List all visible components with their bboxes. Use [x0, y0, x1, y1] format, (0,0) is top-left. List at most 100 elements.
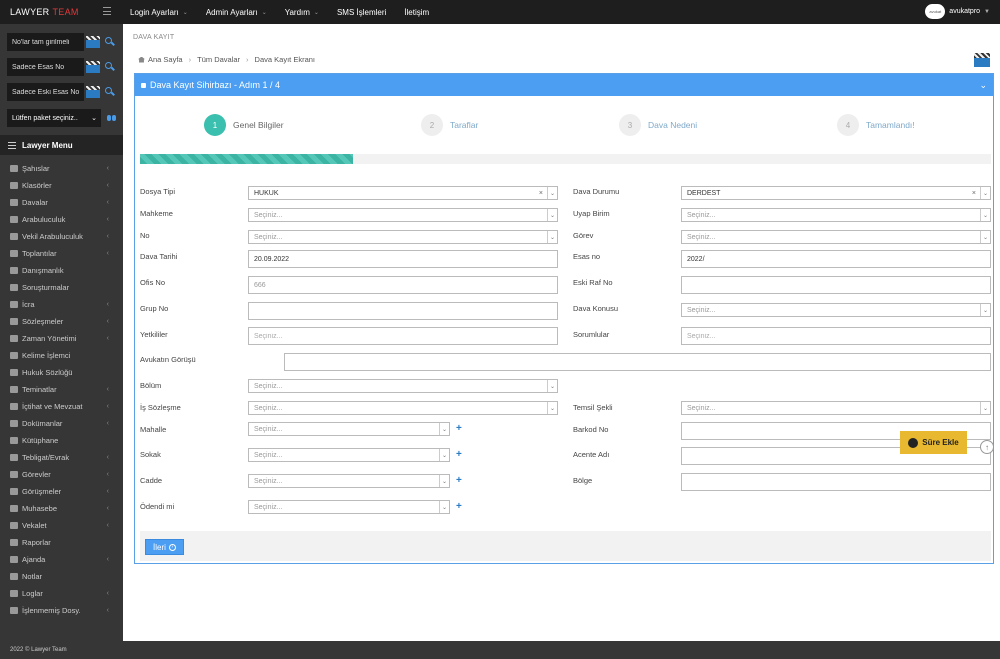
- yetkililer-input[interactable]: [248, 327, 558, 345]
- odendi-mi-select[interactable]: Seçiniz... ⌄: [248, 500, 450, 514]
- mahkeme-select[interactable]: Seçiniz... ⌄: [248, 208, 558, 222]
- topnav-item[interactable]: SMS İşlemleri: [337, 0, 396, 24]
- wizard-step[interactable]: 4 Tamamlandı!: [837, 114, 915, 136]
- dava-konusu-select[interactable]: Seçiniz... ⌄: [681, 303, 991, 317]
- cadde-select[interactable]: Seçiniz... ⌄: [248, 474, 450, 488]
- sidebar-menu-item[interactable]: Şahıslar ‹: [0, 160, 123, 177]
- sidebar-menu: Şahıslar ‹ Klasörler ‹ Davalar ‹ Arabuluculuk ‹…: [0, 160, 123, 619]
- search-icon[interactable]: [104, 61, 116, 73]
- dava-durumu-select[interactable]: DERDEST × ⌄: [681, 186, 991, 200]
- next-button[interactable]: İleri ›: [145, 539, 184, 555]
- sidebar-menu-item[interactable]: Muhasebe ‹: [0, 500, 123, 517]
- add-sokak-icon[interactable]: +: [456, 449, 462, 460]
- sidebar-menu-item[interactable]: Arabuluculuk ‹: [0, 211, 123, 228]
- sidebar-menu-item[interactable]: Zaman Yönetimi ‹: [0, 330, 123, 347]
- label-is-sozlesme: İş Sözleşme: [140, 403, 181, 412]
- sidebar-menu-item[interactable]: Notlar: [0, 568, 123, 585]
- dava-tarihi-input[interactable]: 20.09.2022: [248, 250, 558, 268]
- binoculars-icon[interactable]: [107, 114, 117, 122]
- sidebar-menu-item[interactable]: Danışmanlık: [0, 262, 123, 279]
- sidebar-menu-item[interactable]: Soruşturmalar: [0, 279, 123, 296]
- avukat-gorusu-input[interactable]: [284, 353, 991, 371]
- ofis-no-input[interactable]: 666: [248, 276, 558, 294]
- add-time-button[interactable]: Süre Ekle: [900, 431, 967, 454]
- step-label: Genel Bilgiler: [233, 120, 284, 130]
- topnav-item[interactable]: İletişim: [404, 0, 439, 24]
- scroll-top-icon[interactable]: ↑: [980, 440, 994, 454]
- chevron-down-icon[interactable]: ⌄: [979, 80, 987, 91]
- wizard-step[interactable]: 2 Taraflar: [421, 114, 478, 136]
- sorumlular-text[interactable]: [687, 328, 990, 344]
- sidebar-menu-item[interactable]: Dokümanlar ‹: [0, 415, 123, 432]
- sidebar-menu-item[interactable]: Klasörler ‹: [0, 177, 123, 194]
- sidebar-menu-item[interactable]: İçtihat ve Mevzuat ‹: [0, 398, 123, 415]
- temsil-sekli-select[interactable]: Seçiniz... ⌄: [681, 401, 991, 415]
- sidebar-menu-item[interactable]: Hukuk Sözlüğü: [0, 364, 123, 381]
- user-menu[interactable]: avukat avukatpro ▼: [925, 4, 990, 19]
- gorev-select[interactable]: Seçiniz... ⌄: [681, 230, 991, 244]
- topnav-item[interactable]: Admin Ayarları ⌄: [206, 0, 277, 24]
- menu-header[interactable]: Lawyer Menu: [0, 135, 123, 155]
- clapperboard-icon[interactable]: [86, 35, 100, 49]
- breadcrumb-davalar[interactable]: Tüm Davalar: [197, 55, 240, 64]
- sidebar-menu-item[interactable]: İcra ‹: [0, 296, 123, 313]
- label-cadde: Cadde: [140, 476, 163, 485]
- sidebar-menu-item[interactable]: Ajanda ‹: [0, 551, 123, 568]
- eski-raf-no-input[interactable]: [681, 276, 991, 294]
- sidebar-toggle-icon[interactable]: [103, 7, 111, 15]
- dosya-tipi-select[interactable]: HUKUK × ⌄: [248, 186, 558, 200]
- chevron-left-icon: ‹: [106, 590, 109, 597]
- sidebar-menu-item[interactable]: Kütüphane: [0, 432, 123, 449]
- search-input-eski-esas[interactable]: [7, 83, 84, 101]
- sidebar-menu-item[interactable]: Sözleşmeler ‹: [0, 313, 123, 330]
- sidebar-menu-item[interactable]: Davalar ‹: [0, 194, 123, 211]
- brand-logo[interactable]: LAWYER TEAM: [0, 0, 123, 24]
- search-icon[interactable]: [104, 36, 116, 48]
- add-odendi-icon[interactable]: +: [456, 501, 462, 512]
- sidebar-menu-item[interactable]: Görevler ‹: [0, 466, 123, 483]
- sidebar-menu-item[interactable]: Tebligat/Evrak ‹: [0, 449, 123, 466]
- sidebar-menu-item[interactable]: Vekil Arabuluculuk ‹: [0, 228, 123, 245]
- sidebar-menu-item-label: Dokümanlar: [22, 419, 63, 428]
- sidebar-menu-item[interactable]: Raporlar: [0, 534, 123, 551]
- topnav-item[interactable]: Login Ayarları ⌄: [130, 0, 198, 24]
- grup-no-input[interactable]: [248, 302, 558, 320]
- clapperboard-icon[interactable]: [86, 85, 100, 99]
- sidebar-menu-item[interactable]: Görüşmeler ‹: [0, 483, 123, 500]
- sidebar-menu-item[interactable]: Toplantılar ‹: [0, 245, 123, 262]
- menu-item-icon: [10, 335, 18, 342]
- sorumlular-input[interactable]: [681, 327, 991, 345]
- esas-no-input[interactable]: 2022/: [681, 250, 991, 268]
- sidebar-menu-item[interactable]: İşlenmemiş Dosy. ‹: [0, 602, 123, 619]
- search-input-no[interactable]: [7, 33, 84, 51]
- clapperboard-icon[interactable]: [86, 60, 100, 74]
- bolge-input[interactable]: [681, 473, 991, 491]
- dosya-tipi-value: HUKUK: [254, 189, 279, 197]
- wizard-step[interactable]: 1 Genel Bilgiler: [204, 114, 284, 136]
- breadcrumb-home[interactable]: Ana Sayfa: [148, 55, 183, 64]
- brand-accent: TEAM: [52, 7, 79, 17]
- sidebar-menu-item[interactable]: Kelime İşlemci: [0, 347, 123, 364]
- clapperboard-icon[interactable]: [974, 52, 990, 68]
- topnav-item[interactable]: Yardım ⌄: [285, 0, 329, 24]
- sokak-select[interactable]: Seçiniz... ⌄: [248, 448, 450, 462]
- add-cadde-icon[interactable]: +: [456, 475, 462, 486]
- sidebar-menu-item[interactable]: Vekalet ‹: [0, 517, 123, 534]
- sidebar-menu-item[interactable]: Teminatlar ‹: [0, 381, 123, 398]
- sidebar-menu-item[interactable]: Loglar ‹: [0, 585, 123, 602]
- chevron-left-icon: ‹: [106, 505, 109, 512]
- add-mahalle-icon[interactable]: +: [456, 423, 462, 434]
- bolum-select[interactable]: Seçiniz... ⌄: [248, 379, 558, 393]
- uyap-birim-select[interactable]: Seçiniz... ⌄: [681, 208, 991, 222]
- search-input-esas[interactable]: [7, 58, 84, 76]
- search-icon[interactable]: [104, 86, 116, 98]
- no-select[interactable]: Seçiniz... ⌄: [248, 230, 558, 244]
- wizard-step[interactable]: 3 Dava Nedeni: [619, 114, 697, 136]
- package-select[interactable]: Lütfen paket seçiniz.. ⌄: [7, 109, 101, 127]
- mahalle-select[interactable]: Seçiniz... ⌄: [248, 422, 450, 436]
- topnav-item-label: Login Ayarları: [130, 7, 179, 17]
- yetkililer-text[interactable]: [254, 328, 557, 344]
- is-sozlesme-select[interactable]: Seçiniz... ⌄: [248, 401, 558, 415]
- clear-icon[interactable]: ×: [972, 190, 976, 197]
- clear-icon[interactable]: ×: [539, 190, 543, 197]
